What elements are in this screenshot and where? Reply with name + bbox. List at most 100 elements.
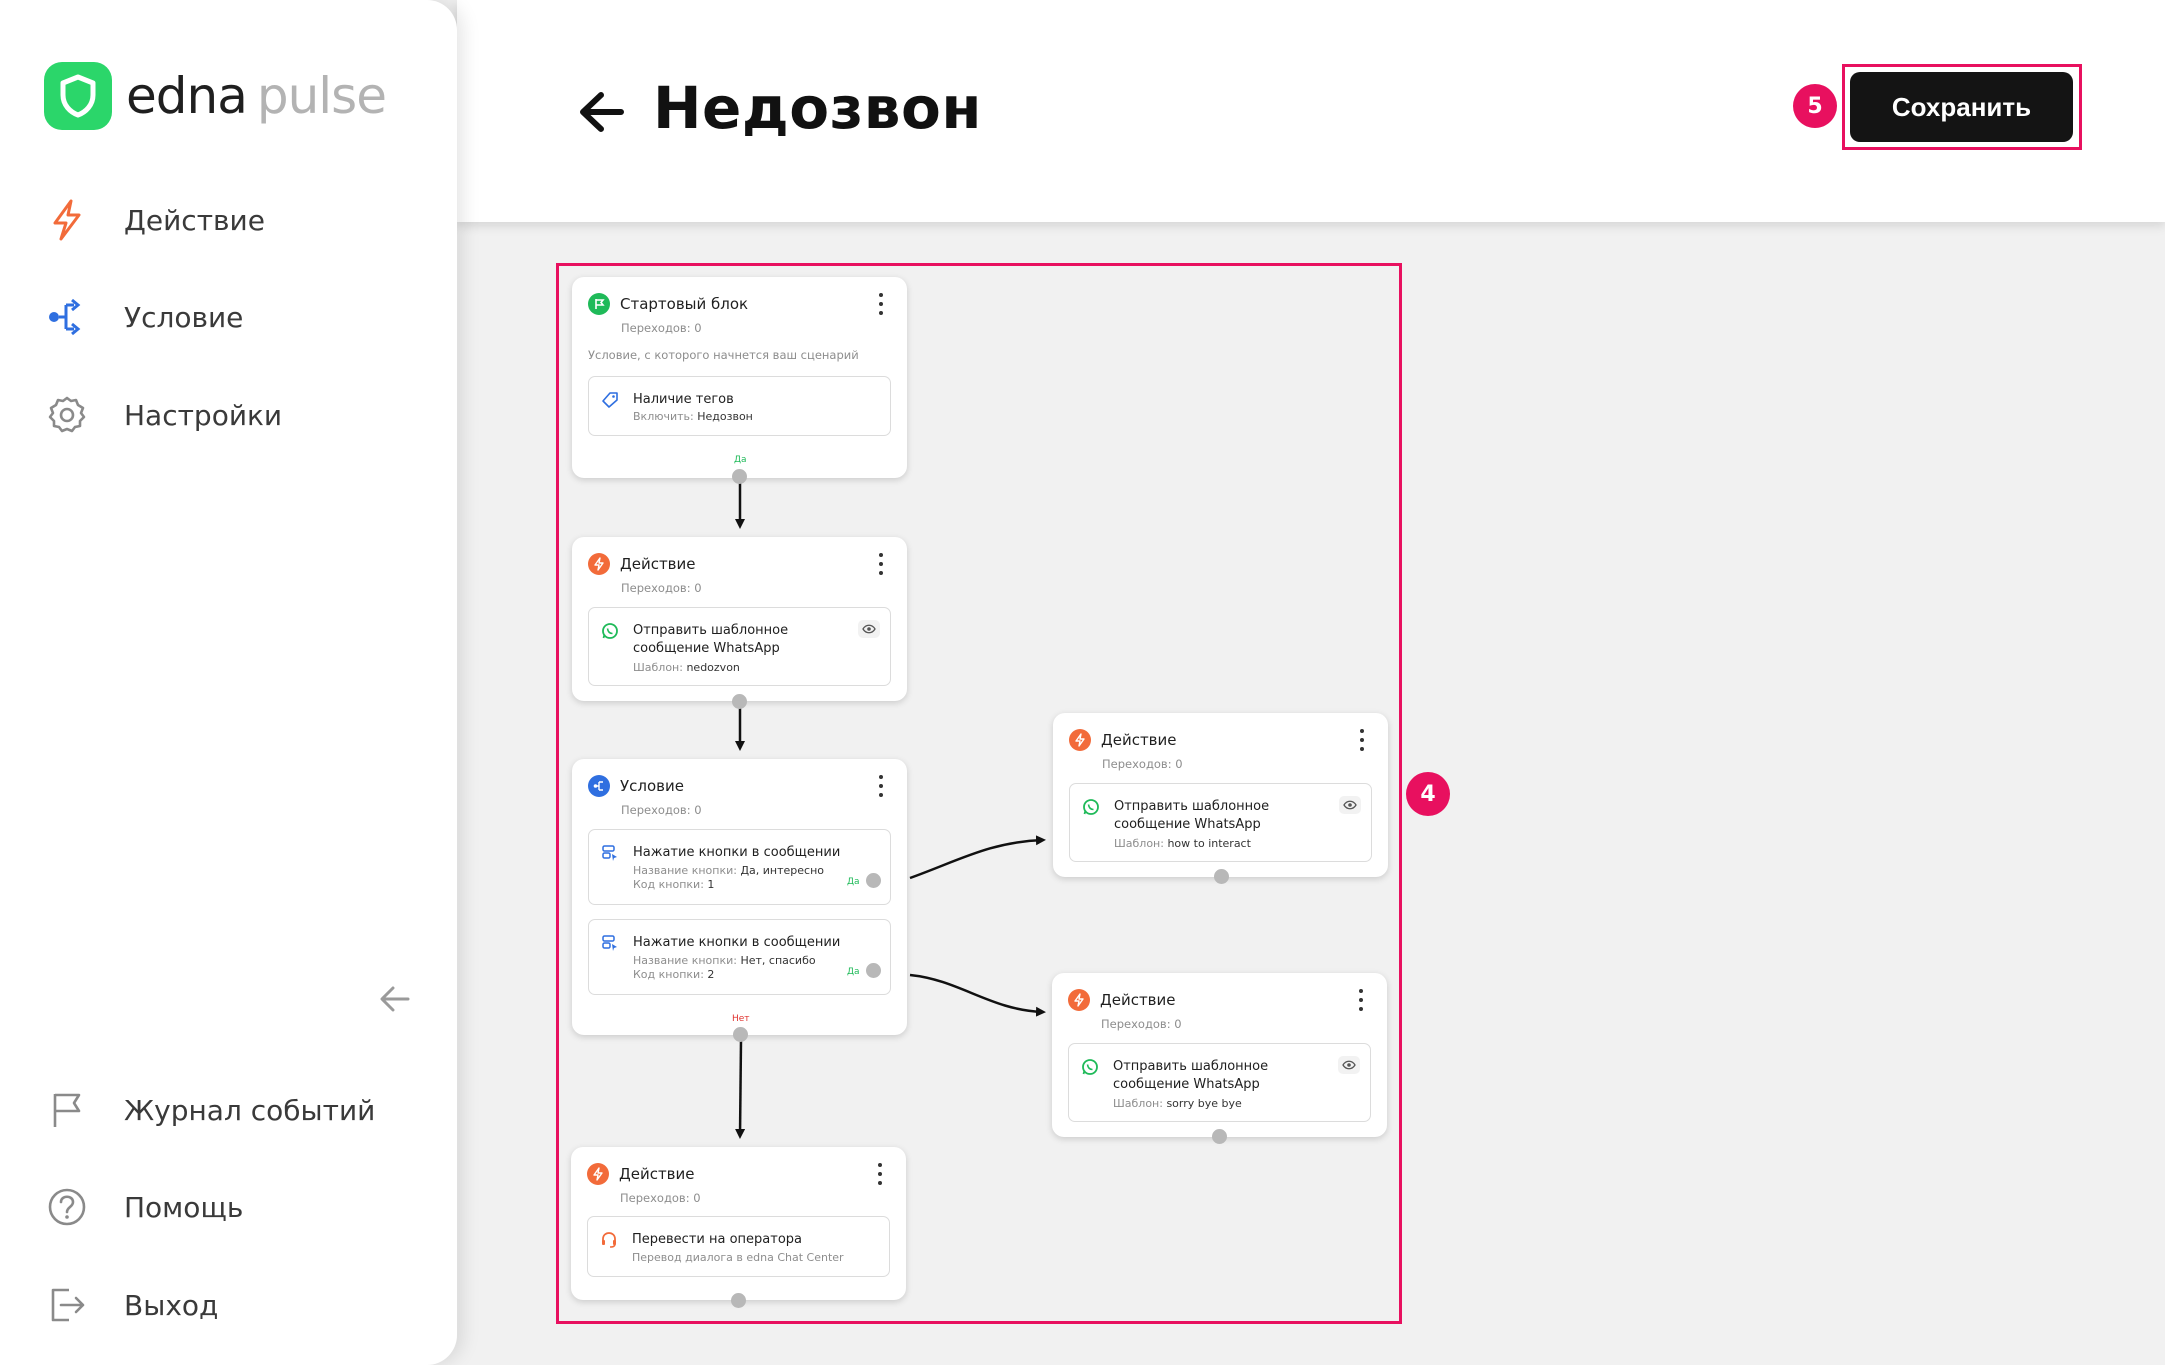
sidebar-item-logout[interactable]: Выход <box>46 1280 218 1330</box>
output-port[interactable] <box>732 694 747 709</box>
item-subtitle: Перевод диалога в edna Chat Center <box>632 1251 844 1264</box>
transfer-operator-item[interactable]: Перевести на оператора Перевод диалога в… <box>587 1216 890 1277</box>
item-subtitle: Включить: Недозвон <box>633 410 753 424</box>
sidebar-item-label: Выход <box>124 1288 219 1322</box>
flag-icon <box>46 1089 88 1131</box>
annotation-badge-save: 5 <box>1793 84 1837 128</box>
item-sub-value: nedozvon <box>686 661 740 674</box>
button-press-condition-1[interactable]: Нажатие кнопки в сообщении Название кноп… <box>588 829 891 905</box>
output-port[interactable] <box>866 963 881 978</box>
eye-icon[interactable] <box>858 620 880 638</box>
button-press-icon <box>601 934 619 952</box>
output-port[interactable] <box>866 873 881 888</box>
whatsapp-template-item[interactable]: Отправить шаблонное сообщение WhatsApp Ша… <box>1068 1043 1371 1122</box>
more-menu-icon[interactable] <box>877 775 885 797</box>
tag-icon <box>601 391 619 409</box>
card-header: Условие <box>588 775 684 797</box>
sidebar-item-label: Настройки <box>124 398 283 432</box>
item-sub-label: Код кнопки: <box>633 878 704 891</box>
item-subtitle: Код кнопки: 2 <box>633 968 714 982</box>
collapse-sidebar-arrow-icon[interactable] <box>378 982 412 1016</box>
item-title: Отправить шаблонное сообщение WhatsApp <box>633 622 788 658</box>
tag-condition-item[interactable]: Наличие тегов Включить: Недозвон <box>588 376 891 436</box>
sidebar-item-label: Действие <box>124 203 265 237</box>
start-block-card[interactable]: Стартовый блок Переходов: 0 Условие, с к… <box>572 277 907 478</box>
whatsapp-template-item[interactable]: Отправить шаблонное сообщение WhatsApp Ша… <box>588 607 891 686</box>
whatsapp-icon <box>1082 798 1100 816</box>
item-subtitle: Название кнопки: Да, интересно <box>633 864 824 878</box>
save-button[interactable]: Сохранить <box>1850 72 2073 142</box>
card-transitions: Переходов: 0 <box>621 321 702 335</box>
whatsapp-icon <box>1081 1058 1099 1076</box>
lightning-icon <box>587 1163 609 1185</box>
lightning-icon <box>588 553 610 575</box>
item-title: Нажатие кнопки в сообщении <box>633 845 841 860</box>
action-card-transfer-operator[interactable]: Действие Переходов: 0 Перевести на опера… <box>571 1147 906 1300</box>
item-sub-value: 1 <box>707 878 715 891</box>
card-header: Действие <box>587 1163 695 1185</box>
operator-headset-icon <box>600 1231 618 1249</box>
card-title: Действие <box>620 555 696 573</box>
flag-icon <box>588 293 610 315</box>
whatsapp-icon <box>601 622 619 640</box>
sidebar-item-label: Журнал событий <box>124 1093 376 1127</box>
yes-label: Да <box>847 877 860 887</box>
logo-text-edna: edna <box>126 67 248 125</box>
action-card-whatsapp[interactable]: Действие Переходов: 0 Отправить шаблонно… <box>572 537 907 701</box>
item-title-line1: Отправить шаблонное <box>1114 799 1270 814</box>
more-menu-icon[interactable] <box>1357 989 1365 1011</box>
card-transitions: Переходов: 0 <box>1102 757 1183 771</box>
output-port[interactable] <box>1212 1129 1227 1144</box>
card-header: Действие <box>1069 729 1177 751</box>
card-transitions: Переходов: 0 <box>1101 1017 1182 1031</box>
button-press-condition-2[interactable]: Нажатие кнопки в сообщении Название кноп… <box>588 919 891 995</box>
help-icon <box>46 1186 88 1228</box>
eye-icon[interactable] <box>1338 1056 1360 1074</box>
item-subtitle: Название кнопки: Нет, спасибо <box>633 954 816 968</box>
sidebar-item-settings[interactable]: Настройки <box>46 390 282 440</box>
more-menu-icon[interactable] <box>877 553 885 575</box>
output-port[interactable] <box>731 1293 746 1308</box>
condition-card[interactable]: Условие Переходов: 0 Нажатие кнопки в со… <box>572 759 907 1035</box>
card-transitions: Переходов: 0 <box>621 803 702 817</box>
item-sub-label: Включить: <box>633 410 694 423</box>
yes-label: Да <box>734 455 747 465</box>
item-title-line1: Отправить шаблонное <box>633 623 789 638</box>
card-transitions: Переходов: 0 <box>620 1191 701 1205</box>
sidebar-item-event-log[interactable]: Журнал событий <box>46 1085 375 1135</box>
yes-label: Да <box>847 967 860 977</box>
item-sub-value: Да, интересно <box>740 864 825 877</box>
annotation-badge-canvas: 4 <box>1406 772 1450 816</box>
more-menu-icon[interactable] <box>876 1163 884 1185</box>
back-arrow-icon[interactable] <box>577 90 625 134</box>
item-sub-value: how to interact <box>1167 837 1251 850</box>
lightning-icon <box>1069 729 1091 751</box>
sidebar-item-condition[interactable]: Условие <box>46 292 243 342</box>
item-title: Нажатие кнопки в сообщении <box>633 935 841 950</box>
branch-icon <box>588 775 610 797</box>
item-title-line2: сообщение WhatsApp <box>633 641 780 656</box>
sidebar-item-help[interactable]: Помощь <box>46 1182 243 1232</box>
item-subtitle: Код кнопки: 1 <box>633 878 714 892</box>
item-sub-label: Шаблон: <box>1113 1097 1163 1110</box>
item-sub-label: Код кнопки: <box>633 968 704 981</box>
item-title: Отправить шаблонное сообщение WhatsApp <box>1113 1058 1268 1094</box>
item-sub-label: Название кнопки: <box>633 954 737 967</box>
item-title: Отправить шаблонное сообщение WhatsApp <box>1114 798 1269 834</box>
item-subtitle: Шаблон: sorry bye bye <box>1113 1097 1242 1111</box>
sidebar-item-label: Условие <box>124 300 244 334</box>
more-menu-icon[interactable] <box>877 293 885 315</box>
logout-icon <box>46 1284 88 1326</box>
eye-icon[interactable] <box>1339 796 1361 814</box>
action-card-how-to-interact[interactable]: Действие Переходов: 0 Отправить шаблонно… <box>1053 713 1388 877</box>
edna-pulse-logo[interactable]: edna pulse <box>44 62 387 130</box>
item-sub-value: Нет, спасибо <box>740 954 816 967</box>
output-port-no[interactable] <box>733 1027 748 1042</box>
sidebar-item-action[interactable]: Действие <box>46 195 265 245</box>
output-port[interactable] <box>1214 869 1229 884</box>
output-port[interactable] <box>732 469 747 484</box>
whatsapp-template-item[interactable]: Отправить шаблонное сообщение WhatsApp Ша… <box>1069 783 1372 862</box>
lightning-icon <box>46 199 88 241</box>
more-menu-icon[interactable] <box>1358 729 1366 751</box>
action-card-sorry-bye[interactable]: Действие Переходов: 0 Отправить шаблонно… <box>1052 973 1387 1137</box>
